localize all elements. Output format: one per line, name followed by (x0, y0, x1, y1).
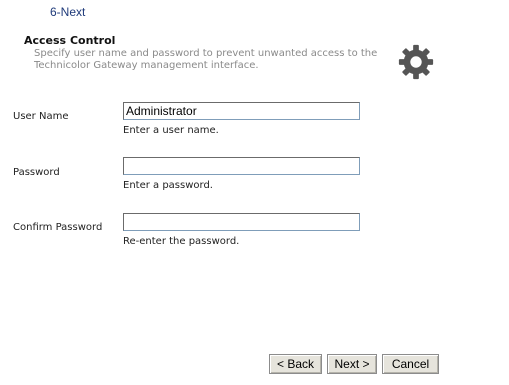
cancel-button[interactable]: Cancel (382, 354, 439, 374)
step-title: 6-Next (50, 5, 86, 19)
password-hint: Enter a password. (123, 180, 213, 191)
confirm-password-input[interactable] (123, 213, 360, 231)
back-button[interactable]: < Back (269, 354, 322, 374)
username-label: User Name (13, 111, 69, 122)
username-hint: Enter a user name. (123, 125, 219, 136)
username-input[interactable] (123, 102, 360, 120)
gear-icon (398, 44, 434, 80)
password-label: Password (13, 167, 60, 178)
page-title: Access Control (24, 34, 116, 47)
password-input[interactable] (123, 157, 360, 175)
confirm-password-hint: Re-enter the password. (123, 236, 240, 247)
next-button[interactable]: Next > (327, 354, 377, 374)
page-description: Specify user name and password to preven… (34, 48, 378, 71)
confirm-password-label: Confirm Password (13, 222, 103, 233)
